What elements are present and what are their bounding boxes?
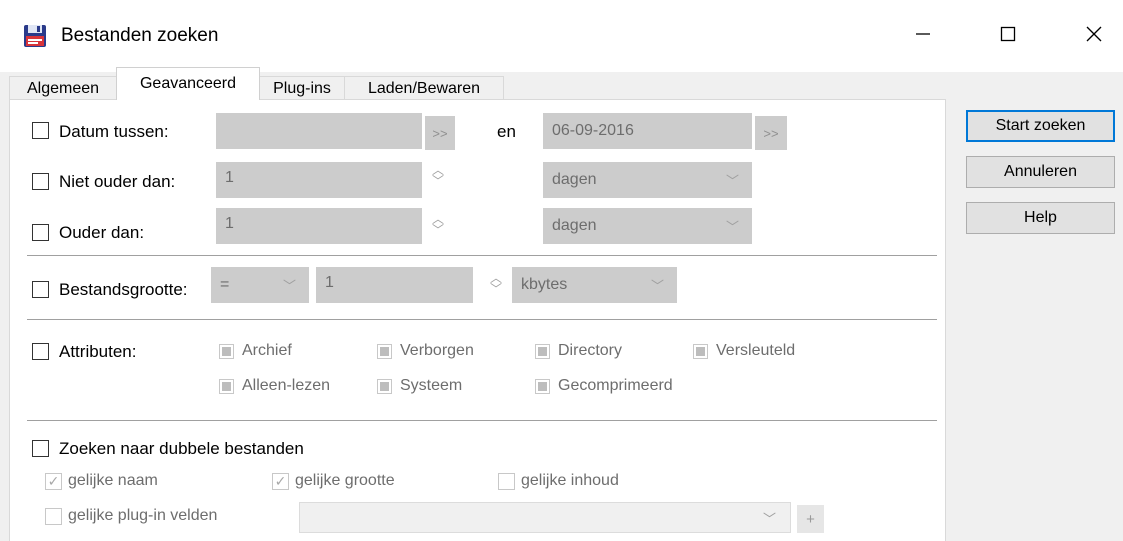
attributes-label: Attributen: <box>59 342 137 361</box>
cancel-button[interactable]: Annuleren <box>966 156 1115 188</box>
checkmark-icon: ✓ <box>45 472 62 490</box>
chevron-down-icon: ﹀ <box>725 219 739 235</box>
indeterminate-checkbox-icon <box>535 343 550 359</box>
size-operator-value: = <box>220 276 230 293</box>
add-plugin-field-button[interactable]: + <box>797 505 824 533</box>
attr-label: Gecomprimeerd <box>558 377 673 394</box>
same-size-option[interactable]: ✓ gelijke grootte <box>272 472 395 490</box>
maximize-button[interactable] <box>988 16 1028 56</box>
close-button[interactable] <box>1074 16 1114 56</box>
attr-label: Archief <box>242 342 292 359</box>
same-size-label: gelijke grootte <box>295 472 395 489</box>
tab-laden-bewaren[interactable]: Laden/Bewaren <box>344 76 504 100</box>
older-unit-value: dagen <box>552 217 597 234</box>
indeterminate-checkbox-icon <box>535 378 550 394</box>
attr-directory[interactable]: Directory <box>535 342 622 360</box>
minimize-button[interactable] <box>903 16 943 56</box>
date-from-browse-button[interactable]: >> <box>425 116 455 150</box>
same-content-option[interactable]: gelijke inhoud <box>498 472 619 490</box>
tab-geavanceerd[interactable]: Geavanceerd <box>116 67 260 100</box>
attr-versleuteld[interactable]: Versleuteld <box>693 342 795 360</box>
date-to-field[interactable]: 06-09-2016 <box>543 113 752 149</box>
spin-down-icon: ﹀ <box>489 282 502 296</box>
not-older-checkbox[interactable] <box>32 173 49 190</box>
older-unit-select[interactable]: dagen ﹀ <box>543 208 752 244</box>
indeterminate-checkbox-icon <box>377 378 392 394</box>
chevron-down-icon: ﹀ <box>725 173 739 189</box>
start-search-button[interactable]: Start zoeken <box>966 110 1115 142</box>
help-button[interactable]: Help <box>966 202 1115 234</box>
plugin-fields-select[interactable]: ﹀ <box>299 502 791 533</box>
not-older-unit-select[interactable]: dagen ﹀ <box>543 162 752 198</box>
minimize-icon <box>915 26 931 47</box>
floppy-disk-icon <box>23 24 47 48</box>
attr-label: Alleen-lezen <box>242 377 331 394</box>
file-size-label: Bestandsgrootte: <box>59 280 188 299</box>
attr-systeem[interactable]: Systeem <box>377 377 462 395</box>
tab-plugins[interactable]: Plug-ins <box>259 76 345 100</box>
not-older-unit-value: dagen <box>552 171 597 188</box>
attr-alleen-lezen[interactable]: Alleen-lezen <box>219 377 330 395</box>
size-value-field[interactable]: 1 <box>316 267 473 303</box>
attr-label: Systeem <box>400 377 463 394</box>
date-from-field[interactable] <box>216 113 422 149</box>
date-and-label: en <box>497 122 516 141</box>
older-checkbox[interactable] <box>32 224 49 241</box>
attr-label: Verborgen <box>400 342 474 359</box>
spin-down-icon: ﹀ <box>431 223 444 237</box>
date-between-label: Datum tussen: <box>59 122 169 141</box>
duplicates-checkbox[interactable] <box>32 440 49 457</box>
separator <box>27 319 937 320</box>
same-plugin-option[interactable]: gelijke plug-in velden <box>45 507 217 525</box>
not-older-spinner[interactable]: ︿ ﹀ <box>424 164 452 199</box>
same-name-option[interactable]: ✓ gelijke naam <box>45 472 158 490</box>
empty-checkbox-icon <box>45 507 62 525</box>
attr-gecomprimeerd[interactable]: Gecomprimeerd <box>535 377 673 395</box>
size-unit-select[interactable]: kbytes ﹀ <box>512 267 677 303</box>
attr-verborgen[interactable]: Verborgen <box>377 342 474 360</box>
date-between-checkbox[interactable] <box>32 122 49 139</box>
not-older-label: Niet ouder dan: <box>59 172 176 191</box>
size-spinner[interactable]: ︿ ﹀ <box>482 272 510 307</box>
spin-down-icon: ﹀ <box>431 174 444 188</box>
older-label: Ouder dan: <box>59 223 145 242</box>
duplicates-label: Zoeken naar dubbele bestanden <box>59 439 304 458</box>
chevron-down-icon: ﹀ <box>282 278 296 294</box>
checkmark-icon: ✓ <box>272 472 289 490</box>
date-to-browse-button[interactable]: >> <box>755 116 787 150</box>
same-content-label: gelijke inhoud <box>521 472 619 489</box>
size-operator-select[interactable]: = ﹀ <box>211 267 309 303</box>
file-size-checkbox[interactable] <box>32 281 49 298</box>
separator <box>27 420 937 421</box>
older-spinner[interactable]: ︿ ﹀ <box>424 213 452 248</box>
indeterminate-checkbox-icon <box>377 343 392 359</box>
attr-archief[interactable]: Archief <box>219 342 292 360</box>
tab-algemeen[interactable]: Algemeen <box>9 76 117 100</box>
same-plugin-label: gelijke plug-in velden <box>68 507 218 524</box>
maximize-icon <box>1000 26 1016 47</box>
indeterminate-checkbox-icon <box>219 378 234 394</box>
indeterminate-checkbox-icon <box>219 343 234 359</box>
same-name-label: gelijke naam <box>68 472 158 489</box>
chevron-down-icon: ﹀ <box>650 278 664 294</box>
chevron-down-icon: ﹀ <box>762 511 776 526</box>
attributes-checkbox[interactable] <box>32 343 49 360</box>
separator <box>27 255 937 256</box>
empty-checkbox-icon <box>498 472 515 490</box>
indeterminate-checkbox-icon <box>693 343 708 359</box>
size-unit-value: kbytes <box>521 276 568 293</box>
not-older-value-field[interactable]: 1 <box>216 162 422 198</box>
window-title: Bestanden zoeken <box>61 25 219 46</box>
close-icon <box>1086 26 1102 47</box>
attr-label: Directory <box>558 342 623 359</box>
attr-label: Versleuteld <box>716 342 796 359</box>
older-value-field[interactable]: 1 <box>216 208 422 244</box>
